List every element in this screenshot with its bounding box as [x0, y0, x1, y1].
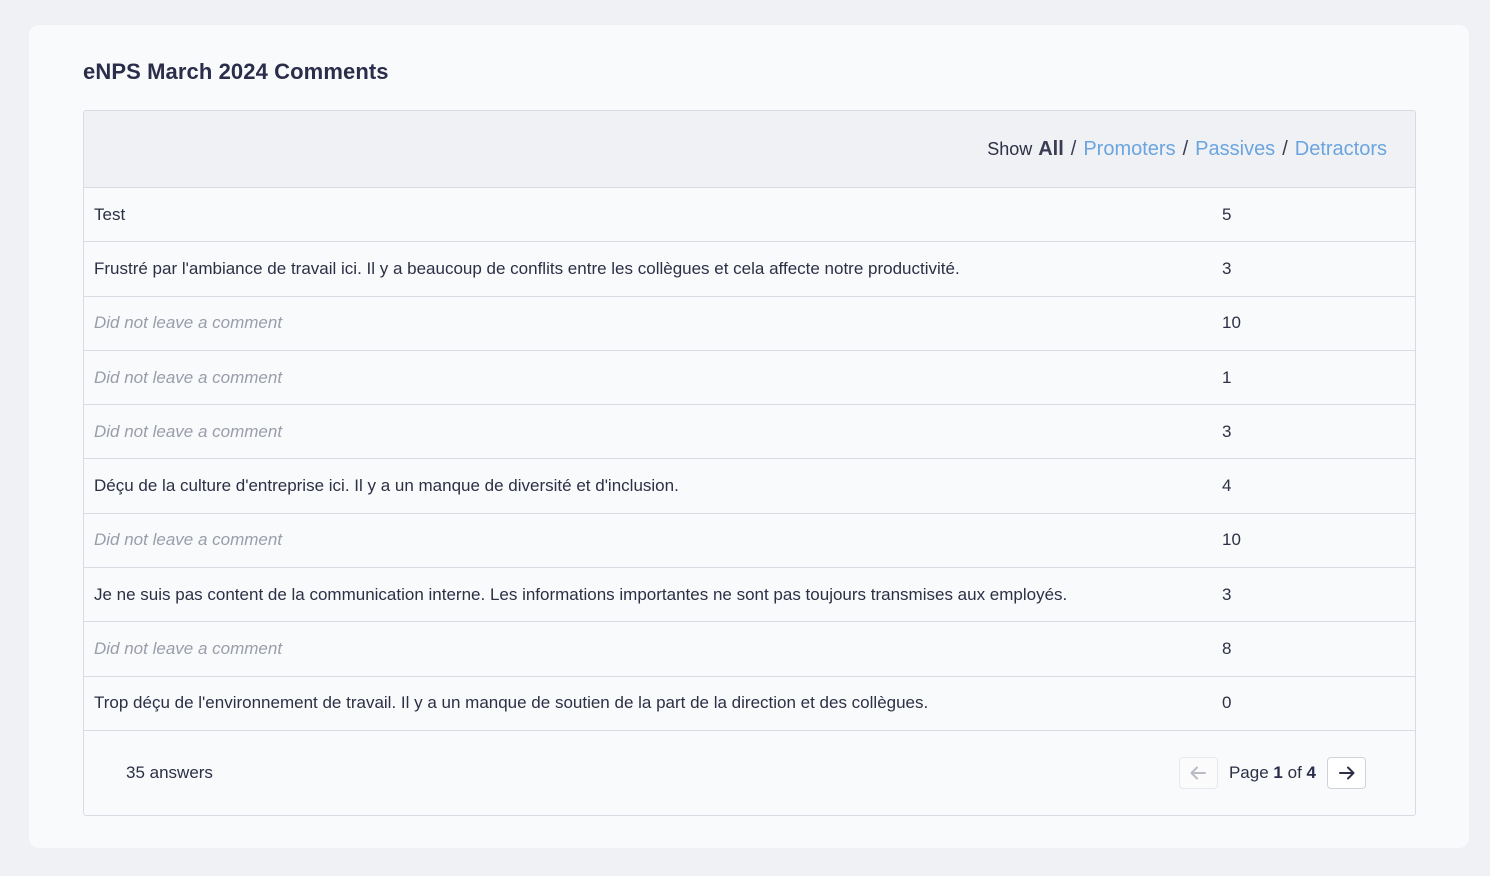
row-score: 3 — [1222, 421, 1232, 441]
page-title: eNPS March 2024 Comments — [83, 59, 389, 84]
prev-page-button[interactable] — [1178, 757, 1218, 789]
row-comment: Je ne suis pas content de la communicati… — [94, 584, 1068, 604]
filter-passives[interactable]: Passives — [1195, 138, 1275, 161]
arrow-right-icon — [1338, 766, 1354, 780]
filter-promoters[interactable]: Promoters — [1083, 138, 1175, 161]
arrow-left-icon — [1190, 766, 1207, 780]
row-score: 3 — [1222, 584, 1232, 604]
table-footer: 35 answers Page 1 of 4 — [84, 731, 1415, 815]
row-comment: Did not leave a comment — [94, 421, 283, 441]
filter-separator: / — [1182, 137, 1189, 160]
next-page-button[interactable] — [1327, 757, 1366, 789]
row-comment: Did not leave a comment — [94, 530, 283, 550]
row-score: 5 — [1222, 204, 1232, 224]
page-of: of — [1287, 763, 1302, 782]
page-total: 4 — [1306, 763, 1316, 782]
answers-count: 35 answers — [126, 763, 213, 782]
pagination: Page 1 of 4 — [1178, 757, 1366, 789]
table-row: Did not leave a comment 10 — [84, 297, 1415, 351]
filter-detractors[interactable]: Detractors — [1295, 138, 1387, 161]
row-score: 8 — [1222, 639, 1232, 659]
row-score: 1 — [1222, 367, 1232, 387]
row-score: 0 — [1222, 693, 1232, 713]
comments-card: eNPS March 2024 Comments Show All / Prom… — [29, 25, 1469, 848]
show-label: Show — [987, 138, 1033, 159]
filter-bar: Show All / Promoters / Passives / Detrac… — [84, 111, 1415, 188]
table-row: Je ne suis pas content de la communicati… — [84, 568, 1415, 623]
page-indicator: Page 1 of 4 — [1229, 763, 1316, 783]
row-comment: Did not leave a comment — [94, 367, 283, 387]
row-comment: Did not leave a comment — [94, 639, 283, 659]
row-comment: Trop déçu de l'environnement de travail.… — [94, 693, 929, 713]
row-score: 4 — [1222, 476, 1232, 496]
row-comment: Did not leave a comment — [94, 313, 283, 333]
comments-table: Show All / Promoters / Passives / Detrac… — [83, 110, 1416, 816]
table-row: Did not leave a comment 1 — [84, 351, 1415, 406]
row-score: 3 — [1222, 258, 1232, 278]
row-comment: Frustré par l'ambiance de travail ici. I… — [94, 258, 960, 278]
row-score: 10 — [1222, 313, 1241, 333]
table-row: Test 5 — [84, 188, 1415, 243]
table-row: Did not leave a comment 8 — [84, 622, 1415, 677]
table-row: Did not leave a comment 3 — [84, 405, 1415, 460]
filter-separator: / — [1282, 137, 1288, 160]
table-row: Déçu de la culture d'entreprise ici. Il … — [84, 459, 1415, 514]
filter-all[interactable]: All — [1038, 138, 1064, 161]
table-row: Trop déçu de l'environnement de travail.… — [84, 677, 1415, 731]
table-row: Frustré par l'ambiance de travail ici. I… — [84, 242, 1415, 297]
row-score: 10 — [1222, 530, 1241, 550]
page-label: Page — [1228, 763, 1269, 782]
filter-separator: / — [1070, 137, 1077, 160]
row-comment: Déçu de la culture d'entreprise ici. Il … — [94, 476, 679, 496]
table-row: Did not leave a comment 10 — [84, 514, 1415, 569]
row-comment: Test — [94, 204, 126, 224]
page-current: 1 — [1273, 763, 1283, 782]
